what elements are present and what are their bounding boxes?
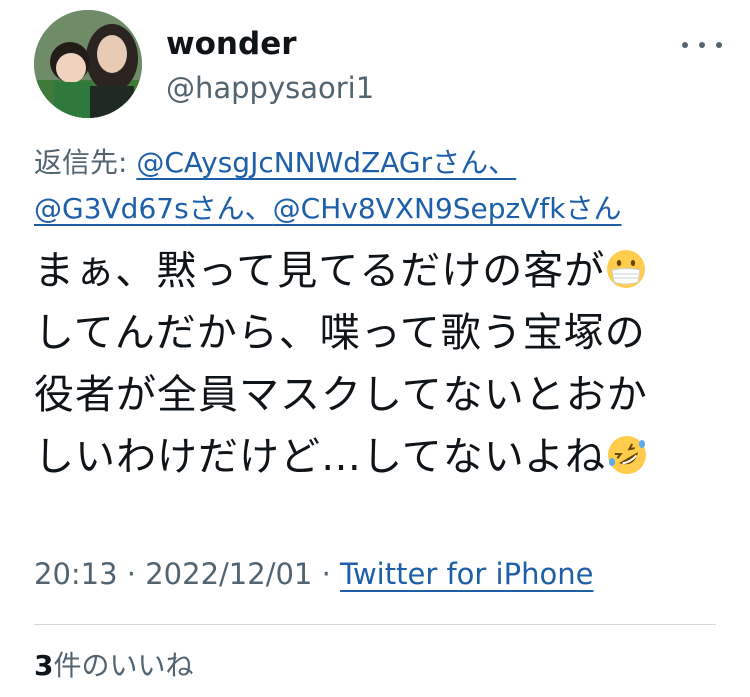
avatar-photo [34, 10, 142, 118]
mention-suffix: さん [565, 192, 622, 225]
tweet-line: まぁ、黙って見てるだけの客が [34, 248, 606, 294]
meta-separator: · [312, 557, 341, 591]
likes-count: 3 [34, 649, 54, 682]
likes-link[interactable]: 3件のいいね [34, 646, 194, 686]
reply-mention-1[interactable]: @CAysgJcNNWdZAGrさん、 [136, 146, 516, 179]
tweet-time[interactable]: 20:13 [34, 557, 118, 591]
mention-handle: @G3Vd67s [34, 192, 189, 225]
mention-handle: @CHv8VXN9SepzVfk [272, 192, 566, 225]
mention-handle: @CAysgJcNNWdZAGr [136, 146, 433, 179]
more-options-icon[interactable] [682, 28, 722, 62]
avatar[interactable] [34, 10, 142, 118]
mention-suffix: さん、 [188, 192, 273, 225]
reply-mention-3[interactable]: @CHv8VXN9SepzVfkさん [273, 192, 622, 225]
divider [34, 624, 716, 625]
tweet-line: してんだから、喋って歌う宝塚の [34, 310, 646, 356]
reply-mention-2[interactable]: @G3Vd67sさん、 [34, 192, 273, 225]
reply-prefix: 返信先: [34, 146, 137, 179]
mention-suffix: さん、 [432, 146, 517, 179]
rolling-on-floor-laughing-icon [606, 432, 648, 474]
tweet-meta: 20:13 · 2022/12/01 · Twitter for iPhone [34, 554, 593, 594]
tweet-line: しいわけだけど…してないよね [34, 434, 606, 480]
dot-icon [699, 42, 705, 48]
meta-separator: · [117, 557, 146, 591]
dot-icon [716, 42, 722, 48]
tweet-date[interactable]: 2022/12/01 [145, 557, 312, 591]
tweet-text: まぁ、黙って見てるだけの客が してんだから、喋って歌う宝塚の 役者が全員マスクし… [34, 240, 724, 488]
display-name[interactable]: wonder [166, 25, 297, 63]
face-with-medical-mask-icon [605, 246, 647, 288]
source-link[interactable]: Twitter for iPhone [340, 557, 593, 591]
tweet-line: 役者が全員マスクしてないとおか [34, 372, 648, 418]
dot-icon [682, 42, 688, 48]
tweet: wonder @happysaori1 返信先: @CAysgJcNNWdZAG… [0, 0, 750, 697]
user-handle[interactable]: @happysaori1 [166, 70, 374, 106]
likes-label: 件のいいね [53, 649, 194, 682]
reply-to: 返信先: @CAysgJcNNWdZAGrさん、 @G3Vd67sさん、@CHv… [34, 140, 724, 232]
